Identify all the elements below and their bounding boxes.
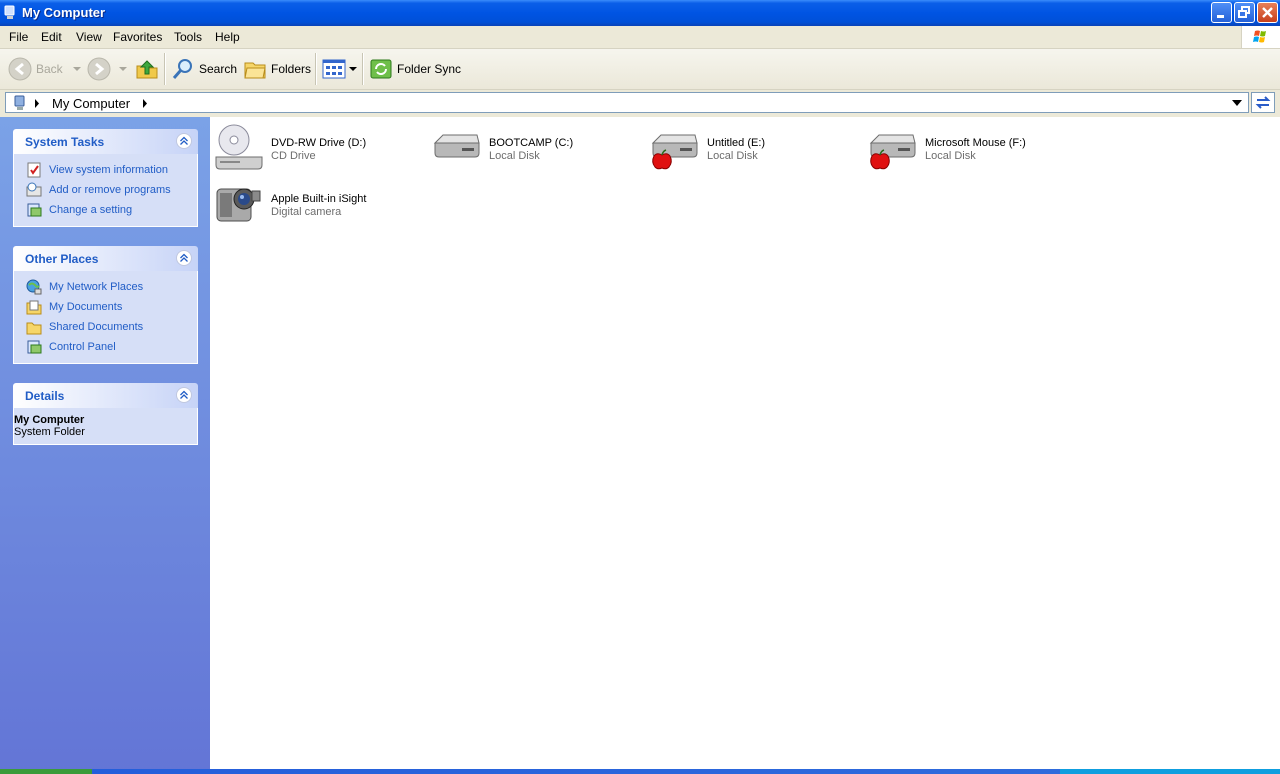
shared-documents-link[interactable]: Shared Documents [14,317,197,337]
system-tasks-group: System Tasks View system information Add… [13,129,198,227]
address-path: My Computer [52,96,131,111]
apple-disk-icon [869,134,916,170]
address-bar: My Computer [0,90,1280,117]
window-title: My Computer [22,5,106,20]
drive-item[interactable]: Untitled (E:) Local Disk [650,121,850,171]
system-info-icon [27,162,41,178]
details-group: Details My Computer System Folder [13,383,198,445]
refresh-arrows-icon [1255,96,1271,109]
item-type: Digital camera [271,206,342,218]
my-documents-icon [26,300,42,315]
item-name: Untitled (E:) [707,137,766,149]
folder-sync-icon [370,59,392,79]
control-panel-icon [27,203,42,217]
toolbar-separator [315,53,317,85]
control-panel-link[interactable]: Control Panel [14,337,197,357]
menu-favorites[interactable]: Favorites [113,30,162,44]
cd-drive-icon [215,124,263,170]
up-folder-button[interactable] [135,55,159,83]
minimize-icon [1217,15,1224,18]
computer-icon [14,95,25,110]
folder-icon [244,62,266,79]
taskbar [0,769,1280,774]
collapse-chevron-icon[interactable] [176,250,192,266]
address-dropdown-icon[interactable] [1232,100,1242,107]
search-icon [172,59,192,79]
menu-edit[interactable]: Edit [41,30,62,44]
apple-disk-icon [651,134,698,170]
content-area: DVD-RW Drive (D:) CD Drive BOOTCAMP (C:)… [210,117,1280,774]
details-name: My Computer [14,414,85,426]
breadcrumb-arrow-icon [143,99,147,108]
menu-view[interactable]: View [76,30,102,44]
views-icon [322,59,346,79]
back-button[interactable]: Back [8,55,83,83]
add-remove-programs-icon [26,182,42,197]
task-pane: System Tasks View system information Add… [0,117,210,774]
details-type: System Folder [14,426,85,438]
go-button[interactable] [1251,92,1275,113]
item-name: DVD-RW Drive (D:) [271,137,367,149]
dropdown-arrow-icon [349,67,357,71]
dropdown-arrow-icon [72,67,81,71]
windows-logo-icon [1241,26,1280,48]
item-name: Apple Built-in iSight [271,193,367,205]
drive-item[interactable]: Microsoft Mouse (F:) Local Disk [868,121,1068,171]
my-network-places-link[interactable]: My Network Places [14,277,197,297]
toolbar-separator [164,53,166,85]
menu-file[interactable]: File [9,30,28,44]
shared-folder-icon [26,322,42,335]
forward-button[interactable] [87,55,129,83]
restore-button[interactable] [1234,2,1255,23]
back-arrow-icon [8,57,32,81]
toolbar-separator [362,53,364,85]
views-button[interactable] [322,55,358,83]
hard-disk-icon [433,134,480,158]
menu-help[interactable]: Help [215,30,240,44]
other-places-group: Other Places My Network Places My Docume… [13,246,198,364]
collapse-chevron-icon[interactable] [176,133,192,149]
drive-item[interactable]: DVD-RW Drive (D:) CD Drive [214,121,414,171]
menu-tools[interactable]: Tools [174,30,202,44]
breadcrumb-arrow-icon [35,99,39,108]
item-type: CD Drive [271,150,316,162]
network-places-icon [26,279,42,295]
toolbar: Back Search Folders Folder Sync [0,49,1280,90]
menu-bar: File Edit View Favorites Tools Help [0,26,1280,49]
change-setting-link[interactable]: Change a setting [14,200,197,220]
item-name: BOOTCAMP (C:) [489,137,574,149]
item-type: Local Disk [489,150,540,162]
folder-sync-button[interactable]: Folder Sync [369,55,461,83]
close-icon [1262,7,1273,18]
item-name: Microsoft Mouse (F:) [925,137,1026,149]
forward-arrow-icon [87,57,111,81]
computer-icon [4,5,15,19]
folders-button[interactable]: Folders [243,55,311,83]
search-button[interactable]: Search [171,55,237,83]
item-type: Local Disk [925,150,976,162]
camera-icon [216,188,261,222]
item-type: Local Disk [707,150,758,162]
other-places-header[interactable]: Other Places [13,246,198,271]
restore-icon [1238,6,1250,18]
my-documents-link[interactable]: My Documents [14,297,197,317]
drive-item[interactable]: BOOTCAMP (C:) Local Disk [432,121,632,171]
up-folder-icon [136,60,158,79]
system-tasks-header[interactable]: System Tasks [13,129,198,154]
device-item[interactable]: Apple Built-in iSight Digital camera [214,177,414,227]
address-input[interactable]: My Computer [5,92,1249,113]
add-remove-programs-link[interactable]: Add or remove programs [14,180,197,200]
details-header[interactable]: Details [13,383,198,408]
collapse-chevron-icon[interactable] [176,387,192,403]
view-system-information-link[interactable]: View system information [14,160,197,180]
close-button[interactable] [1257,2,1278,23]
title-bar: My Computer [0,0,1280,26]
minimize-button[interactable] [1211,2,1232,23]
dropdown-arrow-icon [119,67,127,71]
control-panel-icon [27,340,42,354]
